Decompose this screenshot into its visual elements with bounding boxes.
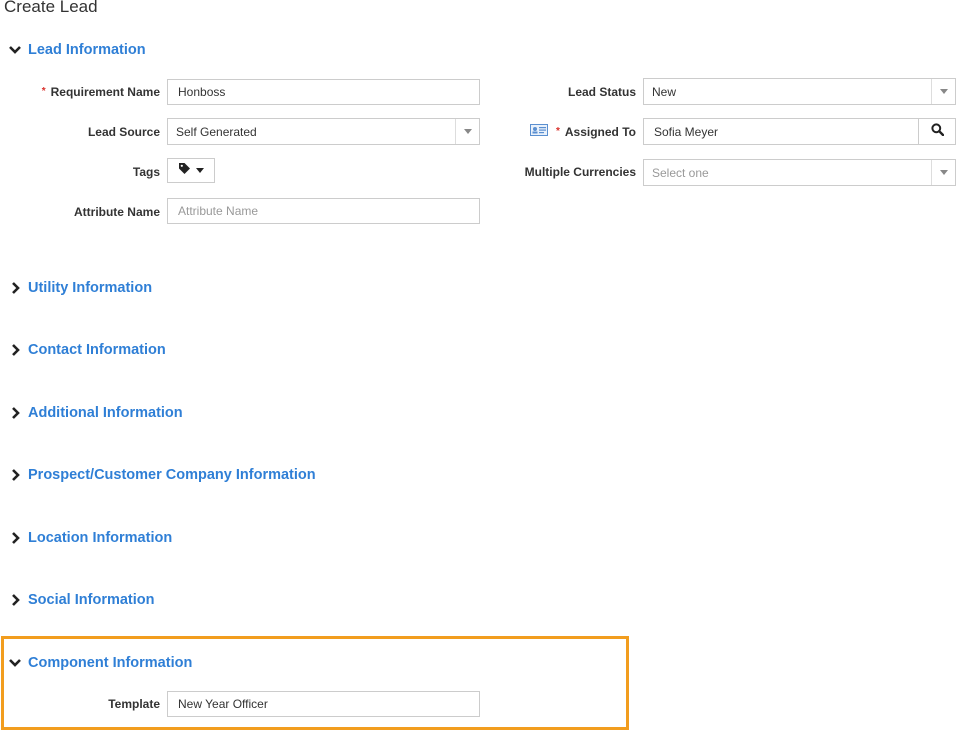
section-header-contact-information[interactable]: Contact Information [8, 339, 166, 361]
section-title: Utility Information [28, 280, 153, 296]
section-title: Lead Information [28, 42, 146, 58]
lead-source-value: Self Generated [176, 124, 257, 139]
lead-source-label: Lead Source [87, 125, 160, 139]
section-title: Prospect/Customer Company Information [28, 467, 316, 483]
attribute-name-input[interactable] [167, 198, 480, 224]
chevron-right-icon [8, 343, 22, 357]
chevron-right-icon [8, 531, 22, 545]
section-title: Social Information [28, 592, 155, 608]
section-header-utility-information[interactable]: Utility Information [8, 277, 152, 299]
section-header-social-information[interactable]: Social Information [8, 589, 155, 611]
multiple-currencies-label: Multiple Currencies [524, 165, 636, 179]
chevron-down-icon [455, 119, 479, 144]
section-header-lead-information[interactable]: Lead Information [8, 39, 146, 61]
attribute-name-label: Attribute Name [73, 205, 160, 219]
section-title: Location Information [28, 530, 173, 546]
lead-status-select[interactable]: New [643, 78, 956, 105]
requirement-name-input[interactable] [167, 79, 480, 105]
assigned-to-label: * Assigned To [555, 125, 636, 139]
assigned-to-search-button[interactable] [918, 118, 956, 145]
chevron-down-icon [931, 79, 955, 104]
chevron-right-icon [8, 406, 22, 420]
contact-card-icon [530, 124, 548, 136]
section-title: Additional Information [28, 405, 183, 421]
required-marker: * [41, 86, 46, 97]
chevron-right-icon [8, 593, 22, 607]
lead-source-select[interactable]: Self Generated [167, 118, 480, 145]
tags-label: Tags [132, 165, 160, 179]
chevron-down-icon [8, 43, 22, 57]
section-title: Contact Information [28, 342, 166, 358]
chevron-down-icon [8, 656, 22, 670]
section-title: Component Information [28, 655, 193, 671]
tags-dropdown-button[interactable] [167, 158, 215, 183]
multiple-currencies-select[interactable]: Select one [643, 159, 956, 186]
page-title: Create Lead [4, 0, 98, 16]
section-header-component-information[interactable]: Component Information [8, 652, 192, 674]
template-input[interactable] [167, 691, 480, 717]
required-marker: * [555, 126, 560, 137]
assigned-to-input[interactable] [643, 118, 919, 145]
chevron-right-icon [8, 468, 22, 482]
section-header-prospect-customer-company-information[interactable]: Prospect/Customer Company Information [8, 464, 316, 486]
lead-status-value: New [652, 84, 677, 99]
chevron-right-icon [8, 281, 22, 295]
tag-icon [178, 162, 191, 180]
section-header-additional-information[interactable]: Additional Information [8, 402, 183, 424]
template-label: Template [108, 697, 160, 711]
search-icon [930, 122, 944, 141]
section-header-location-information[interactable]: Location Information [8, 527, 172, 549]
lead-status-label: Lead Status [567, 85, 636, 99]
requirement-name-label: * Requirement Name [41, 85, 160, 99]
multiple-currencies-placeholder: Select one [652, 165, 709, 180]
chevron-down-icon [931, 160, 955, 185]
caret-down-icon [196, 168, 204, 173]
